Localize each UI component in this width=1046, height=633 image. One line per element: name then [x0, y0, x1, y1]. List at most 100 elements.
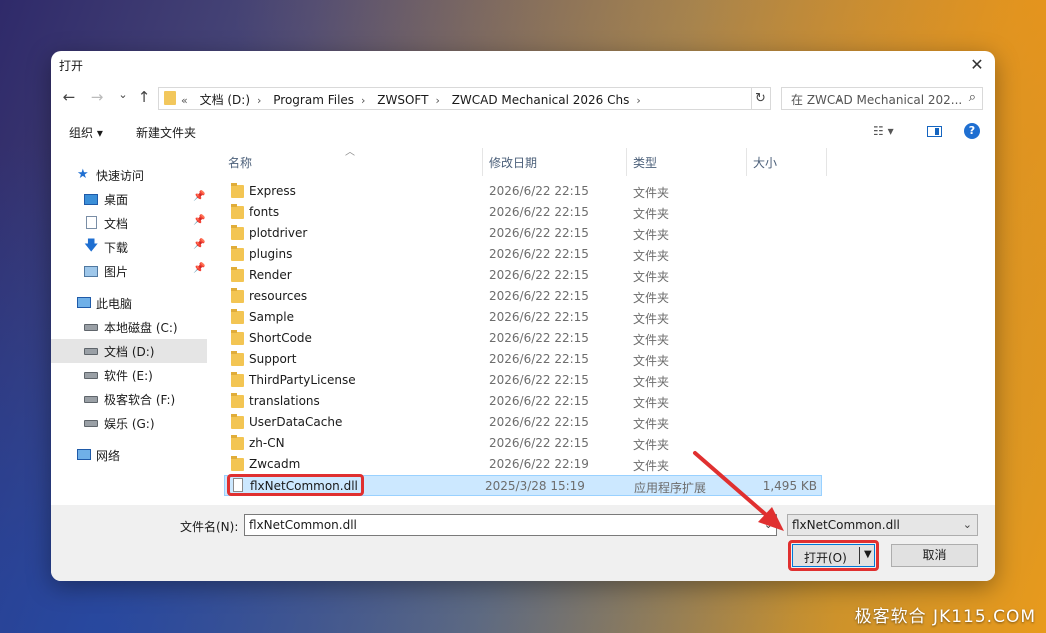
file-row[interactable]: zh-CN 2026/6/22 22:15 文件夹 [224, 433, 822, 454]
chevron-down-icon[interactable]: ⌄ [764, 518, 773, 531]
dialog-title: 打开 [59, 59, 84, 73]
column-divider[interactable] [826, 148, 827, 176]
cancel-button[interactable]: 取消 [891, 544, 978, 567]
file-list: ︿ 名称 修改日期 类型 大小 Express 2026/6/22 22:15 文件… [220, 147, 995, 505]
file-row[interactable]: Zwcadm 2026/6/22 22:19 文件夹 [224, 454, 822, 475]
folder-icon [231, 225, 244, 240]
up-arrow-icon[interactable]: ↑ [134, 87, 154, 107]
sidebar-item-documents[interactable]: 文档 📌 [51, 211, 207, 235]
file-row[interactable]: UserDataCache 2026/6/22 22:15 文件夹 [224, 412, 822, 433]
file-row[interactable]: plugins 2026/6/22 22:15 文件夹 [224, 244, 822, 265]
file-type: 文件夹 [633, 375, 670, 389]
folder-icon [231, 288, 244, 303]
forward-arrow-icon[interactable]: → [87, 87, 107, 107]
file-date: 2026/6/22 22:15 [489, 268, 589, 282]
sidebar-item-drive-c[interactable]: 本地磁盘 (C:) [51, 315, 207, 339]
file-type: 应用程序扩展 [634, 481, 707, 495]
sidebar-item-drive-g[interactable]: 娱乐 (G:) [51, 411, 207, 435]
file-type-select[interactable]: flxNetCommon.dll ⌄ [787, 514, 978, 536]
folder-icon [231, 204, 244, 219]
file-type: 文件夹 [633, 333, 670, 347]
sidebar-item-label: 图片 [104, 265, 129, 279]
sidebar-item-label: 桌面 [104, 193, 129, 207]
column-header-date[interactable]: 修改日期 [483, 148, 626, 172]
folder-icon [231, 183, 244, 198]
folder-icon [231, 456, 244, 471]
column-header-type[interactable]: 类型 [627, 148, 747, 172]
sidebar-item-drive-d[interactable]: 文档 (D:) [51, 339, 207, 363]
view-options-icon[interactable]: ☷ ▾ [873, 124, 894, 138]
filename-field[interactable]: flxNetCommon.dll ⌄ [244, 514, 777, 536]
sidebar-item-label: 文档 (D:) [104, 345, 155, 359]
new-folder-button[interactable]: 新建文件夹 [136, 124, 196, 141]
file-date: 2026/6/22 22:15 [489, 331, 589, 345]
folder-icon [231, 372, 244, 387]
file-type: 文件夹 [633, 186, 670, 200]
overflow-chevron-icon[interactable]: « [181, 94, 188, 107]
title-bar: 打开 ✕ [51, 51, 995, 79]
file-type-value: flxNetCommon.dll [792, 518, 900, 532]
column-header-label: 类型 [633, 156, 658, 170]
back-arrow-icon[interactable]: ← [59, 87, 79, 107]
dialog-footer: 文件名(N): flxNetCommon.dll ⌄ flxNetCommon.… [51, 505, 995, 581]
breadcrumb-item[interactable]: ZWSOFT [377, 93, 428, 107]
search-input[interactable]: 在 ZWCAD Mechanical 202... ⌕ [781, 87, 983, 110]
sidebar-item-pictures[interactable]: 图片 📌 [51, 259, 207, 283]
sidebar-item-desktop[interactable]: 桌面 📌 [51, 187, 207, 211]
folder-icon [231, 351, 244, 366]
network-icon [77, 449, 91, 460]
drive-icon [84, 324, 98, 331]
sidebar-item-this-pc[interactable]: 此电脑 [51, 291, 207, 315]
folder-icon [231, 267, 244, 282]
filename-value: flxNetCommon.dll [249, 518, 357, 532]
chevron-right-icon[interactable]: › [636, 94, 640, 107]
file-name: resources [249, 289, 308, 303]
watermark: 极客软合 JK115.COM [854, 607, 1036, 627]
file-row[interactable]: Support 2026/6/22 22:15 文件夹 [224, 349, 822, 370]
folder-icon [231, 414, 244, 429]
organize-menu[interactable]: 组织 ▾ [69, 124, 103, 141]
chevron-right-icon[interactable]: › [361, 94, 365, 107]
folder-icon [231, 435, 244, 450]
recent-locations-chevron-icon[interactable]: ⌄ [113, 85, 133, 105]
breadcrumb: « 文档 (D:) › Program Files › ZWSOFT › ZWCAD … [181, 91, 649, 108]
sidebar-item-drive-e[interactable]: 软件 (E:) [51, 363, 207, 387]
file-row[interactable]: ShortCode 2026/6/22 22:15 文件夹 [224, 328, 822, 349]
sidebar-item-quick-access[interactable]: ★ 快速访问 [51, 163, 207, 187]
close-icon[interactable]: ✕ [965, 53, 989, 77]
chevron-down-icon: ⌄ [962, 518, 972, 531]
file-row[interactable]: Sample 2026/6/22 22:15 文件夹 [224, 307, 822, 328]
sidebar-item-network[interactable]: 网络 [51, 443, 207, 467]
chevron-right-icon[interactable]: › [257, 94, 261, 107]
column-header-name[interactable]: 名称 [220, 148, 482, 172]
breadcrumb-item[interactable]: ZWCAD Mechanical 2026 Chs [452, 93, 630, 107]
file-date: 2026/6/22 22:15 [489, 415, 589, 429]
file-row[interactable]: fonts 2026/6/22 22:15 文件夹 [224, 202, 822, 223]
file-date: 2026/6/22 22:15 [489, 436, 589, 450]
file-type: 文件夹 [633, 417, 670, 431]
help-icon[interactable]: ? [964, 123, 980, 139]
breadcrumb-item[interactable]: Program Files [273, 93, 354, 107]
sidebar-item-label: 此电脑 [96, 297, 133, 311]
file-type: 文件夹 [633, 228, 670, 242]
file-row[interactable]: translations 2026/6/22 22:15 文件夹 [224, 391, 822, 412]
address-bar[interactable]: « 文档 (D:) › Program Files › ZWSOFT › ZWCAD … [158, 87, 844, 110]
file-name: Support [249, 352, 297, 366]
preview-pane-icon[interactable] [927, 126, 942, 137]
file-row[interactable]: Render 2026/6/22 22:15 文件夹 [224, 265, 822, 286]
file-row[interactable]: ThirdPartyLicense 2026/6/22 22:15 文件夹 [224, 370, 822, 391]
file-type: 文件夹 [633, 249, 670, 263]
file-name: translations [249, 394, 320, 408]
drive-icon [84, 396, 98, 403]
breadcrumb-item[interactable]: 文档 (D:) [200, 93, 250, 107]
file-row[interactable]: resources 2026/6/22 22:15 文件夹 [224, 286, 822, 307]
file-type: 文件夹 [633, 207, 670, 221]
refresh-icon[interactable]: ↻ [751, 87, 771, 110]
column-header-size[interactable]: 大小 [747, 148, 827, 172]
pictures-icon [84, 266, 98, 277]
sidebar-item-downloads[interactable]: 🡇 下载 📌 [51, 235, 207, 259]
sidebar-item-drive-f[interactable]: 极客软合 (F:) [51, 387, 207, 411]
chevron-right-icon[interactable]: › [435, 94, 439, 107]
file-row[interactable]: Express 2026/6/22 22:15 文件夹 [224, 181, 822, 202]
file-row[interactable]: plotdriver 2026/6/22 22:15 文件夹 [224, 223, 822, 244]
